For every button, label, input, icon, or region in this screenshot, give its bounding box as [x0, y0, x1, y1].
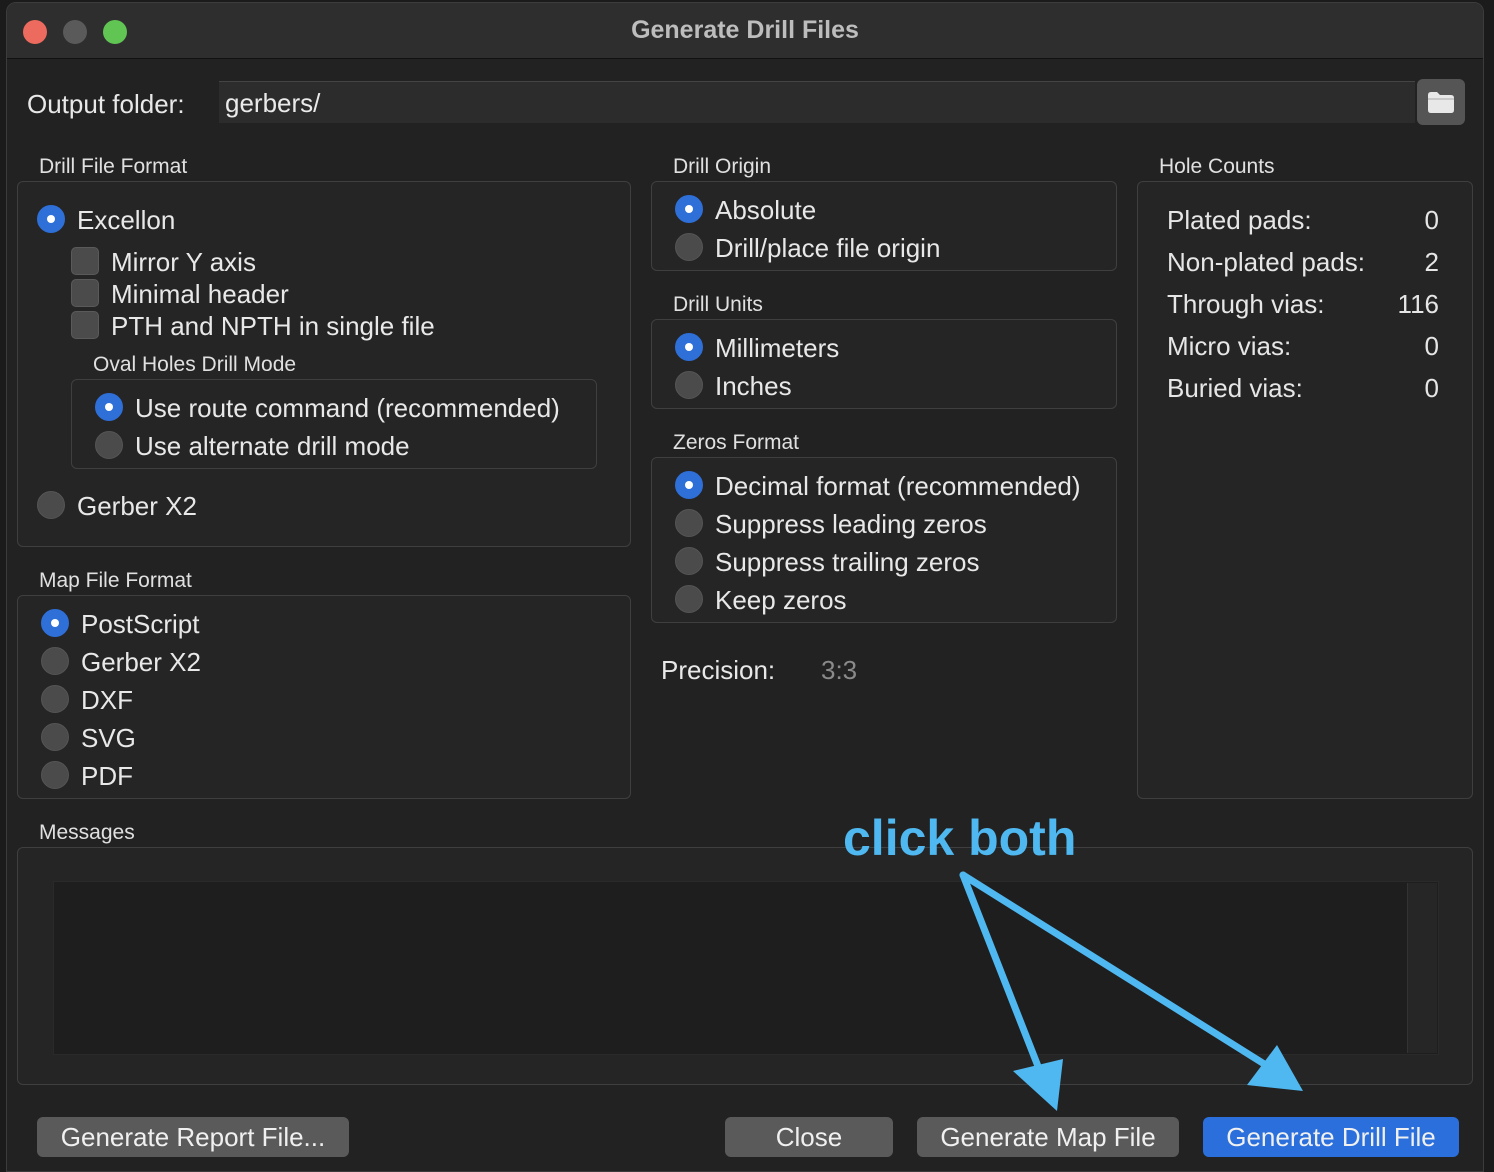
- arrow-to-drill-button: [959, 871, 1289, 1081]
- arrowhead-drill-icon: [1247, 1045, 1303, 1091]
- generate-drill-files-dialog: Generate Drill Files Output folder: gerb…: [6, 2, 1484, 1172]
- arrowhead-map-icon: [1013, 1059, 1063, 1111]
- arrow-to-map-button: [959, 871, 1047, 1083]
- annotation-arrows: [959, 871, 1303, 1111]
